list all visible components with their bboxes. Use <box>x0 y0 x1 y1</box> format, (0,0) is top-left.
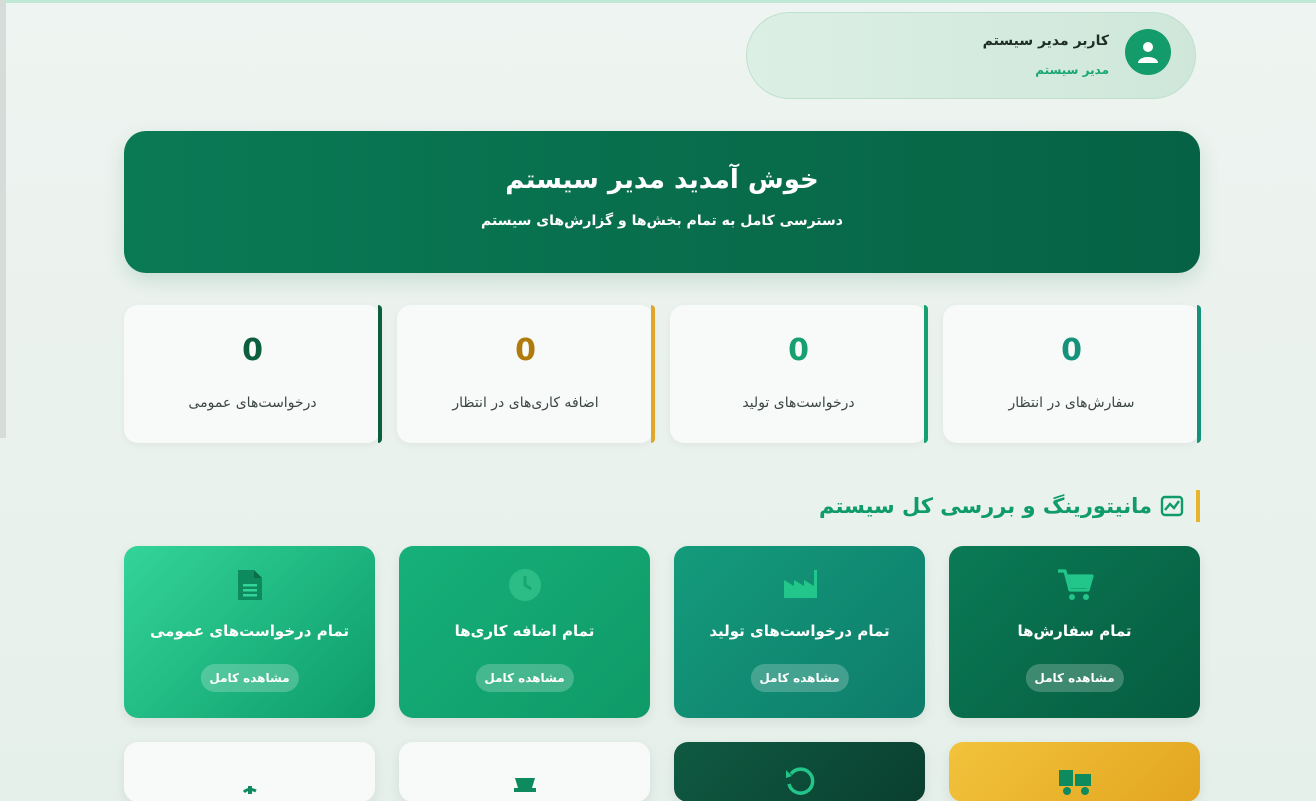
section-title: مانیتورینگ و بررسی کل سیستم <box>819 490 1200 522</box>
app-root: کاربر مدیر سیستم مدیر سیستم خوش آمدید مد… <box>0 0 1316 801</box>
module-card-finance[interactable] <box>124 742 375 801</box>
user-name: کاربر مدیر سیستم <box>982 33 1109 49</box>
module-card-basket[interactable] <box>399 742 650 801</box>
module-card-all-production-requests[interactable]: تمام درخواست‌های تولید مشاهده کامل <box>674 546 925 718</box>
view-all-button[interactable]: مشاهده کامل <box>750 664 849 692</box>
welcome-subtitle: دسترسی کامل به تمام بخش‌ها و گزارش‌های س… <box>481 213 843 229</box>
truck-icon <box>1058 770 1091 795</box>
stat-card-general-requests[interactable]: 0 درخواست‌های عمومی <box>124 305 382 443</box>
module-card-all-overtime[interactable]: تمام اضافه کاری‌ها مشاهده کامل <box>399 546 650 718</box>
module-title: تمام سفارش‌ها <box>1017 622 1132 640</box>
module-title: تمام درخواست‌های تولید <box>709 622 890 640</box>
chart-line-icon <box>1160 495 1184 517</box>
module-title: تمام اضافه کاری‌ها <box>454 622 595 640</box>
avatar[interactable] <box>1125 29 1171 75</box>
stat-card-production-requests[interactable]: 0 درخواست‌های تولید <box>670 305 928 443</box>
stat-value: 0 <box>788 333 809 368</box>
user-role: مدیر سیستم <box>1035 63 1109 77</box>
stat-label: درخواست‌های تولید <box>742 395 855 411</box>
user-profile-card[interactable]: کاربر مدیر سیستم مدیر سیستم <box>746 12 1196 99</box>
stat-card-pending-orders[interactable]: 0 سفارش‌های در انتظار <box>943 305 1201 443</box>
history-icon <box>785 767 814 795</box>
module-card-history[interactable] <box>674 742 925 801</box>
stat-value: 0 <box>515 333 536 368</box>
document-icon <box>237 570 262 600</box>
view-all-button[interactable]: مشاهده کامل <box>200 664 299 692</box>
cart-icon <box>1057 569 1094 600</box>
view-all-button[interactable]: مشاهده کامل <box>475 664 574 692</box>
clock-icon <box>508 569 541 601</box>
module-card-all-orders[interactable]: تمام سفارش‌ها مشاهده کامل <box>949 546 1200 718</box>
module-card-shipping[interactable] <box>949 742 1200 801</box>
stat-value: 0 <box>242 333 263 368</box>
stat-label: اضافه کاری‌های در انتظار <box>452 395 599 411</box>
user-icon <box>1138 42 1158 63</box>
section-title-text: مانیتورینگ و بررسی کل سیستم <box>819 494 1152 518</box>
dollar-icon <box>242 786 257 794</box>
top-accent-line <box>0 0 1316 3</box>
stat-label: درخواست‌های عمومی <box>188 395 317 411</box>
scrollbar[interactable] <box>0 0 6 438</box>
view-all-button[interactable]: مشاهده کامل <box>1025 664 1124 692</box>
factory-icon <box>783 570 817 598</box>
stat-value: 0 <box>1061 333 1082 368</box>
module-card-all-general-requests[interactable]: تمام درخواست‌های عمومی مشاهده کامل <box>124 546 375 718</box>
stat-label: سفارش‌های در انتظار <box>1008 395 1135 411</box>
module-title: تمام درخواست‌های عمومی <box>149 622 350 640</box>
basket-icon <box>513 778 536 792</box>
welcome-title: خوش آمدید مدیر سیستم <box>505 165 819 195</box>
stat-card-pending-overtime[interactable]: 0 اضافه کاری‌های در انتظار <box>397 305 655 443</box>
welcome-banner: خوش آمدید مدیر سیستم دسترسی کامل به تمام… <box>124 131 1200 273</box>
